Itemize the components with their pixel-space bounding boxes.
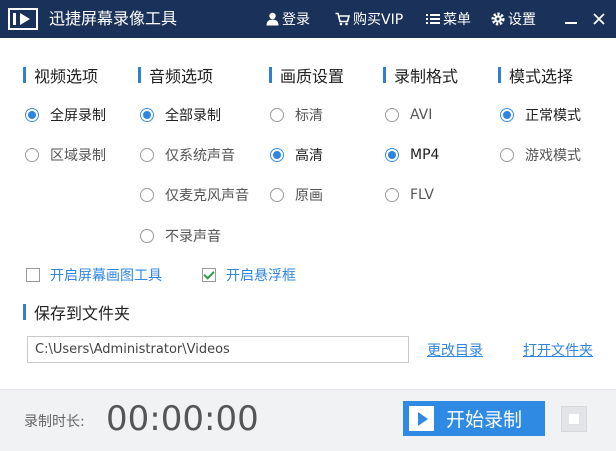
menu-list-icon bbox=[426, 14, 440, 24]
radio-button[interactable] bbox=[385, 108, 399, 122]
mode-select-heading: 模式选择 bbox=[498, 63, 573, 87]
checkbox-box[interactable] bbox=[26, 268, 40, 282]
radio-audio-none[interactable]: 不录声音 bbox=[140, 225, 221, 247]
checkbox-box[interactable] bbox=[202, 268, 216, 282]
open-folder-link[interactable]: 打开文件夹 bbox=[523, 340, 593, 360]
user-icon bbox=[266, 12, 279, 26]
app-title: 迅捷屏幕录像工具 bbox=[49, 9, 178, 28]
radio-mode-game[interactable]: 游戏模式 bbox=[500, 144, 581, 166]
float-window-checkbox[interactable]: 开启悬浮框 bbox=[202, 264, 296, 286]
radio-fullscreen-record[interactable]: 全屏录制 bbox=[25, 104, 106, 126]
video-options-heading: 视频选项 bbox=[23, 63, 98, 87]
radio-button[interactable] bbox=[500, 148, 514, 162]
radio-button[interactable] bbox=[500, 108, 514, 122]
title-bar: 迅捷屏幕录像工具 登录 购买VIP 菜单 设置 bbox=[0, 0, 616, 38]
radio-region-record[interactable]: 区域录制 bbox=[25, 144, 106, 166]
save-path-input[interactable] bbox=[27, 336, 409, 363]
radio-button[interactable] bbox=[25, 108, 39, 122]
radio-format-mp4[interactable]: MP4 bbox=[385, 144, 439, 166]
app-logo-icon bbox=[8, 8, 38, 30]
radio-button[interactable] bbox=[140, 229, 154, 243]
record-timer: 00:00:00 bbox=[106, 399, 259, 439]
buy-vip-label: 购买VIP bbox=[353, 12, 404, 28]
cart-icon bbox=[335, 12, 350, 26]
audio-options-heading: 音频选项 bbox=[138, 63, 213, 87]
gear-icon bbox=[491, 12, 505, 26]
radio-button[interactable] bbox=[270, 188, 284, 202]
radio-button[interactable] bbox=[140, 108, 154, 122]
start-record-button[interactable]: 开始录制 bbox=[403, 401, 545, 436]
radio-mode-normal[interactable]: 正常模式 bbox=[500, 104, 581, 126]
radio-button[interactable] bbox=[140, 188, 154, 202]
radio-button[interactable] bbox=[385, 148, 399, 162]
quality-settings-heading: 画质设置 bbox=[269, 63, 344, 87]
start-record-label: 开始录制 bbox=[446, 409, 523, 431]
radio-quality-sd[interactable]: 标清 bbox=[270, 104, 323, 126]
radio-audio-system-only[interactable]: 仅系统声音 bbox=[140, 144, 235, 166]
save-folder-heading: 保存到文件夹 bbox=[23, 300, 130, 324]
login-label: 登录 bbox=[282, 12, 310, 28]
duration-label: 录制时长: bbox=[24, 414, 85, 430]
record-format-heading: 录制格式 bbox=[383, 63, 458, 87]
draw-tool-checkbox[interactable]: 开启屏幕画图工具 bbox=[26, 264, 162, 286]
close-icon bbox=[593, 13, 605, 25]
minimize-icon bbox=[565, 22, 577, 24]
bottom-bar: 录制时长: 00:00:00 开始录制 bbox=[0, 389, 616, 451]
menu-label: 菜单 bbox=[443, 12, 471, 28]
settings-label: 设置 bbox=[508, 12, 536, 28]
radio-button[interactable] bbox=[385, 188, 399, 202]
radio-audio-mic-only[interactable]: 仅麦克风声音 bbox=[140, 184, 249, 206]
radio-button[interactable] bbox=[140, 148, 154, 162]
radio-button[interactable] bbox=[270, 148, 284, 162]
close-button[interactable] bbox=[586, 0, 612, 38]
radio-quality-original[interactable]: 原画 bbox=[270, 184, 323, 206]
radio-format-avi[interactable]: AVI bbox=[385, 104, 432, 126]
minimize-button[interactable] bbox=[558, 0, 584, 38]
login-button[interactable]: 登录 bbox=[266, 0, 310, 38]
menu-button[interactable]: 菜单 bbox=[426, 0, 471, 38]
play-icon bbox=[409, 406, 434, 431]
change-directory-link[interactable]: 更改目录 bbox=[427, 340, 483, 360]
stop-record-button[interactable] bbox=[561, 406, 587, 432]
radio-quality-hd[interactable]: 高清 bbox=[270, 144, 323, 166]
settings-button[interactable]: 设置 bbox=[491, 0, 536, 38]
radio-format-flv[interactable]: FLV bbox=[385, 184, 434, 206]
radio-audio-all[interactable]: 全部录制 bbox=[140, 104, 221, 126]
radio-button[interactable] bbox=[270, 108, 284, 122]
buy-vip-button[interactable]: 购买VIP bbox=[335, 0, 403, 38]
radio-button[interactable] bbox=[25, 148, 39, 162]
